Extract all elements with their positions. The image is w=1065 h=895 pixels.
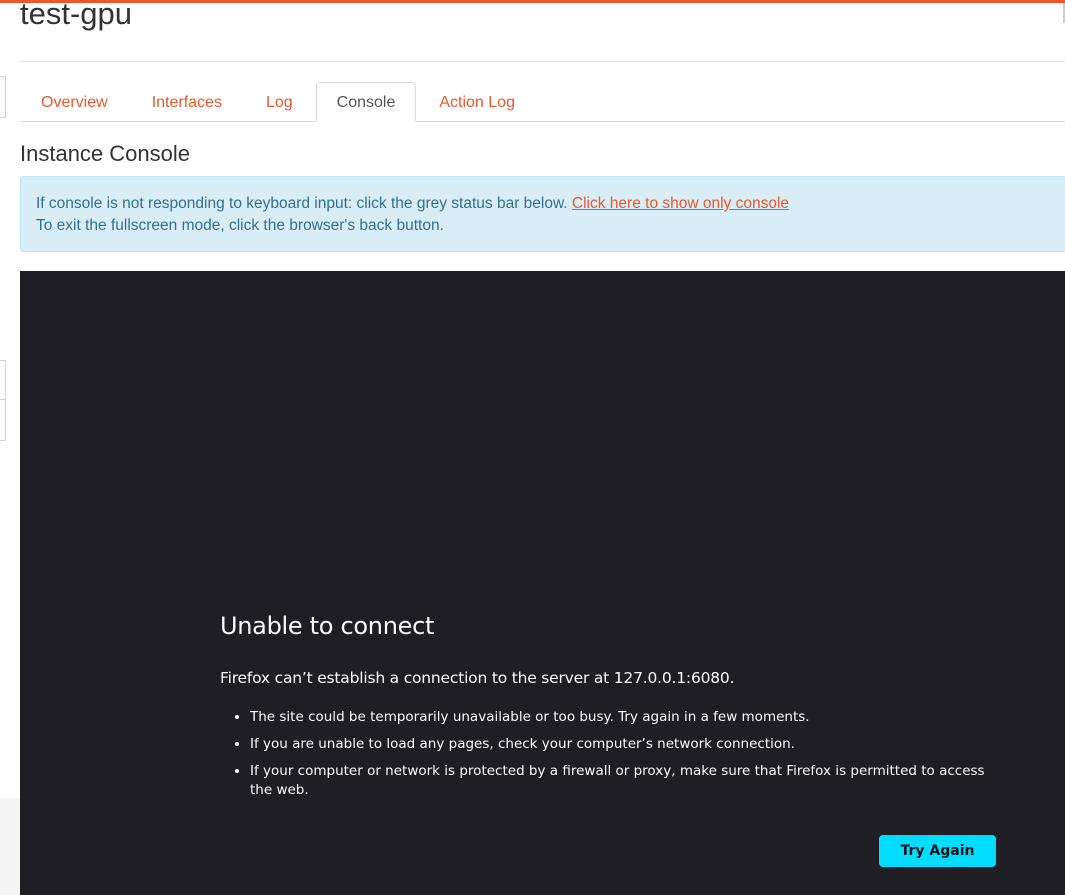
section-title: Instance Console <box>20 141 190 166</box>
error-title: Unable to connect <box>220 612 435 640</box>
sidebar-edge-item[interactable] <box>0 76 6 118</box>
alert-text-line2: To exit the fullscreen mode, click the b… <box>36 217 444 234</box>
try-again-button[interactable]: Try Again <box>879 835 996 867</box>
page-title: test-gpu <box>20 0 133 31</box>
tab-interfaces[interactable]: Interfaces <box>131 82 243 121</box>
console-frame[interactable]: Unable to connect Firefox can’t establis… <box>20 271 1065 895</box>
tab-console[interactable]: Console <box>315 82 417 122</box>
sidebar-edge-item[interactable] <box>0 360 6 400</box>
title-divider <box>20 61 1065 62</box>
list-item: If you are unable to load any pages, che… <box>250 735 1010 754</box>
list-item: The site could be temporarily unavailabl… <box>250 708 1010 727</box>
info-alert: If console is not responding to keyboard… <box>20 176 1065 252</box>
tab-overview[interactable]: Overview <box>20 82 129 121</box>
tab-bar: Overview Interfaces Log Console Action L… <box>20 82 1065 122</box>
sidebar-edge-item[interactable] <box>0 399 6 441</box>
error-message: Firefox can’t establish a connection to … <box>220 669 735 687</box>
error-suggestions-list: The site could be temporarily unavailabl… <box>220 708 1010 808</box>
top-accent-bar <box>0 0 1065 3</box>
list-item: If your computer or network is protected… <box>250 762 1010 800</box>
tab-log[interactable]: Log <box>245 82 314 121</box>
show-only-console-link[interactable]: Click here to show only console <box>572 195 789 212</box>
tab-action-log[interactable]: Action Log <box>418 82 536 121</box>
sidebar-edge-background <box>0 798 20 895</box>
alert-text-line1: If console is not responding to keyboard… <box>36 195 568 212</box>
